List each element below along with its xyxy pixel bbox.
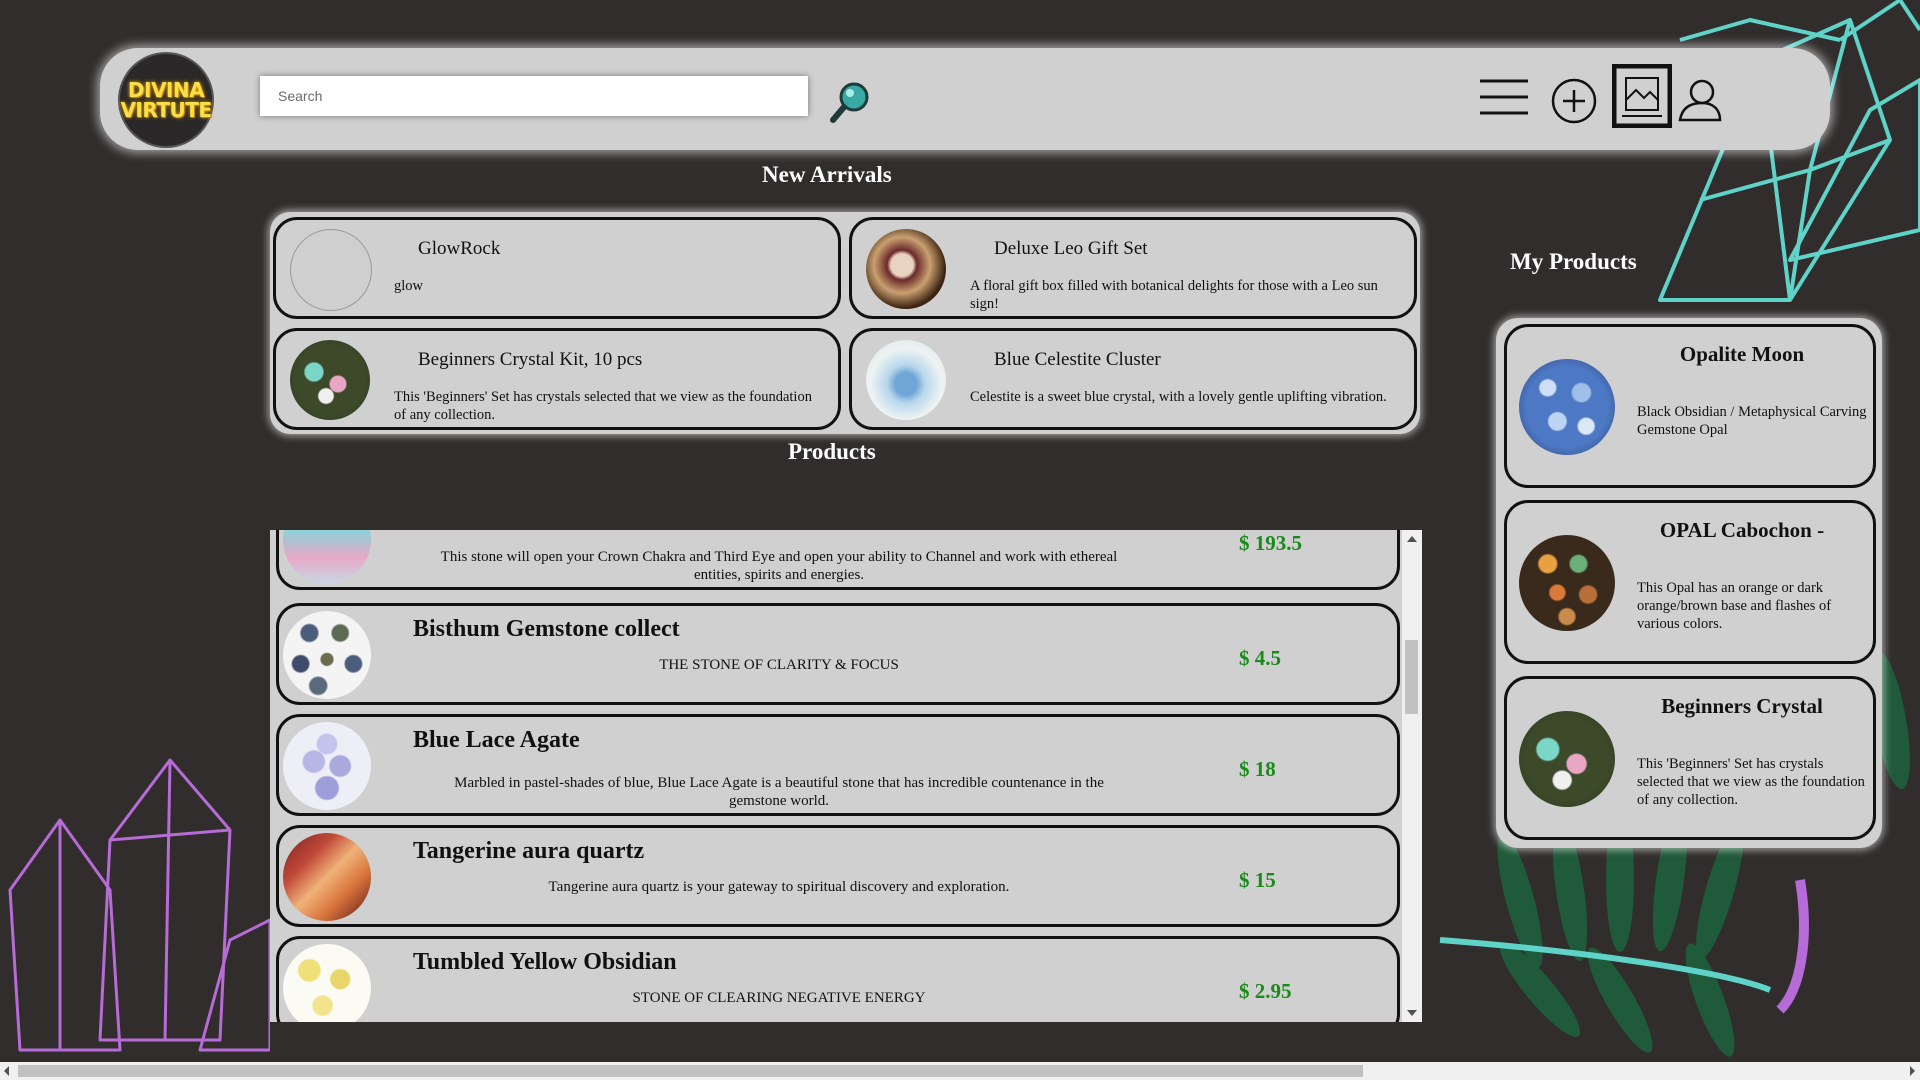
- products-heading: Products: [788, 439, 876, 464]
- my-product-card[interactable]: OPAL Cabochon - This Opal has an orange …: [1504, 500, 1876, 664]
- product-image: [1519, 711, 1615, 807]
- my-product-description: Black Obsidian / Metaphysical Carving Ge…: [1637, 404, 1867, 438]
- magnifier-icon: [830, 82, 869, 123]
- my-product-card[interactable]: Opalite Moon Black Obsidian / Metaphysic…: [1504, 324, 1876, 488]
- product-price: $ 18: [1239, 757, 1276, 781]
- product-description: THE STONE OF CLARITY & FOCUS: [659, 657, 899, 673]
- search-input[interactable]: [260, 76, 808, 116]
- my-product-name: Beginners Crystal: [1661, 694, 1823, 718]
- menu-button[interactable]: [1480, 78, 1528, 121]
- my-product-card[interactable]: Beginners Crystal This 'Beginners' Set h…: [1504, 676, 1876, 840]
- search-button[interactable]: [828, 80, 872, 124]
- scroll-down-arrow[interactable]: [1407, 1010, 1417, 1016]
- arrival-description: This 'Beginners' Set has crystals select…: [394, 389, 812, 423]
- arrival-description: Celestite is a sweet blue crystal, with …: [970, 389, 1387, 405]
- user-icon: [1678, 79, 1722, 122]
- account-button[interactable]: [1678, 78, 1722, 127]
- product-image: [290, 229, 372, 311]
- product-description: Marbled in pastel-shades of blue, Blue L…: [454, 775, 1104, 809]
- product-description: Tangerine aura quartz is your gateway to…: [548, 879, 1010, 895]
- product-image: [283, 944, 371, 1022]
- logo-line-1: DIVINA: [127, 78, 205, 102]
- new-arrivals-heading: New Arrivals: [762, 162, 892, 187]
- new-arrivals-panel: GlowRock glow Deluxe Leo Gift Set A flor…: [270, 212, 1420, 434]
- scrollbar-thumb[interactable]: [1405, 640, 1418, 714]
- arrival-name: Deluxe Leo Gift Set: [994, 238, 1148, 259]
- product-row[interactable]: Tumbled Yellow Obsidian STONE OF CLEARIN…: [276, 936, 1400, 1022]
- page-horizontal-scrollbar[interactable]: [0, 1062, 1920, 1080]
- my-product-description: This Opal has an orange or dark orange/b…: [1637, 580, 1832, 632]
- product-name: Tumbled Yellow Obsidian: [413, 949, 677, 975]
- my-products-panel: Opalite Moon Black Obsidian / Metaphysic…: [1496, 318, 1882, 848]
- my-product-description: This 'Beginners' Set has crystals select…: [1637, 756, 1865, 808]
- product-image: [283, 530, 371, 584]
- product-price: $ 4.5: [1239, 646, 1281, 670]
- scroll-left-arrow[interactable]: [4, 1066, 9, 1076]
- product-price: $ 2.95: [1239, 979, 1292, 1003]
- purple-crystal-decoration: [8, 758, 270, 1052]
- product-row[interactable]: Bisthum Gemstone collect THE STONE OF CL…: [276, 603, 1400, 705]
- arrival-description: glow: [394, 278, 423, 294]
- product-description: STONE OF CLEARING NEGATIVE ENERGY: [632, 990, 926, 1006]
- my-product-name: Opalite Moon: [1679, 342, 1805, 366]
- scrollbar-thumb[interactable]: [18, 1065, 1363, 1077]
- arrival-name: GlowRock: [418, 238, 501, 259]
- logo-line-2: VIRTUTE: [120, 98, 212, 122]
- brand-logo[interactable]: DIVINA VIRTUTE: [120, 54, 212, 146]
- add-product-button[interactable]: [1551, 78, 1597, 129]
- product-image: [290, 340, 370, 420]
- product-image: [866, 340, 946, 420]
- arrival-description: A floral gift box filled with botanical …: [970, 278, 1378, 312]
- top-navigation-bar: DIVINA VIRTUTE: [100, 48, 1830, 150]
- arrival-name: Blue Celestite Cluster: [994, 349, 1161, 370]
- product-image: [1519, 535, 1615, 631]
- product-description: This stone will open your Crown Chakra a…: [440, 549, 1118, 583]
- products-list[interactable]: This stone will open your Crown Chakra a…: [270, 530, 1422, 1022]
- product-image: [866, 229, 946, 309]
- product-image: [283, 611, 371, 699]
- product-row[interactable]: Blue Lace Agate Marbled in pastel-shades…: [276, 714, 1400, 816]
- arrival-name: Beginners Crystal Kit, 10 pcs: [418, 349, 643, 370]
- archive-box-icon: [1611, 63, 1673, 129]
- product-row[interactable]: This stone will open your Crown Chakra a…: [276, 530, 1400, 590]
- product-row[interactable]: Tangerine aura quartz Tangerine aura qua…: [276, 825, 1400, 927]
- product-name: Bisthum Gemstone collect: [413, 616, 680, 642]
- product-name: Blue Lace Agate: [413, 727, 580, 753]
- hamburger-menu-icon: [1480, 79, 1528, 115]
- inventory-button[interactable]: [1611, 63, 1673, 133]
- scroll-up-arrow[interactable]: [1407, 536, 1417, 542]
- product-name: Tangerine aura quartz: [413, 838, 645, 864]
- my-products-heading: My Products: [1510, 249, 1637, 274]
- arrival-card[interactable]: Blue Celestite Cluster Celestite is a sw…: [849, 328, 1417, 430]
- product-price: $ 15: [1239, 868, 1276, 892]
- product-image: [1519, 359, 1615, 455]
- scroll-right-arrow[interactable]: [1910, 1066, 1915, 1076]
- arrival-card[interactable]: GlowRock glow: [273, 217, 841, 319]
- products-scrollbar[interactable]: [1402, 530, 1422, 1022]
- arrival-card[interactable]: Beginners Crystal Kit, 10 pcs This 'Begi…: [273, 328, 841, 430]
- product-price: $ 193.5: [1239, 531, 1302, 555]
- product-image: [283, 722, 371, 810]
- product-image: [283, 833, 371, 921]
- arrival-card[interactable]: Deluxe Leo Gift Set A floral gift box fi…: [849, 217, 1417, 319]
- plus-circle-icon: [1551, 78, 1597, 124]
- my-product-name: OPAL Cabochon -: [1659, 518, 1825, 542]
